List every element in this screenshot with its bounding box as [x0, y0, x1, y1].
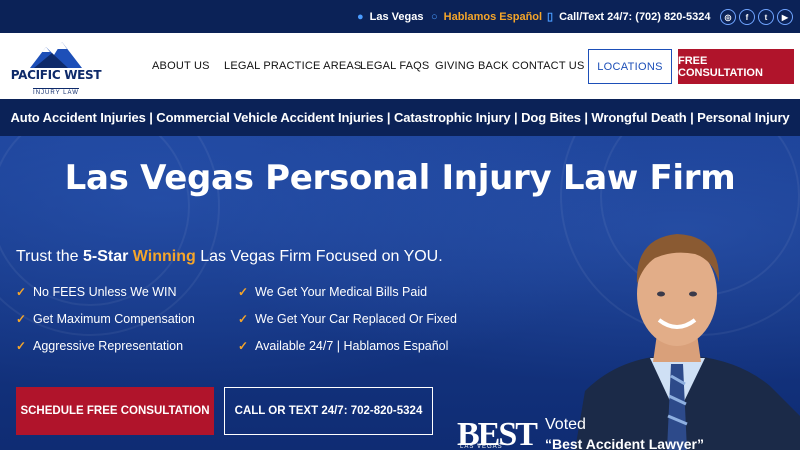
hero-section: Las Vegas Personal Injury Law Firm Trust… — [0, 136, 800, 450]
mountain-logo-icon — [30, 42, 82, 68]
nav-about-us[interactable]: ABOUT US — [152, 33, 210, 99]
feature-text: No FEES Unless We WIN — [33, 284, 177, 299]
feature-list: ✓ No FEES Unless We WIN ✓ We Get Your Medi… — [16, 284, 466, 353]
tagline-post: Las Vegas Firm Focused on YOU. — [195, 248, 443, 265]
check-icon: ✓ — [238, 338, 249, 353]
check-icon: ✓ — [238, 284, 249, 299]
feature-item: ✓ We Get Your Medical Bills Paid — [238, 284, 466, 299]
hero-tagline: Trust the 5-Star Winning Las Vegas Firm … — [16, 248, 443, 266]
logo-name: PACIFIC WEST — [10, 68, 102, 82]
check-icon: ✓ — [238, 311, 249, 326]
feature-text: Get Maximum Compensation — [33, 311, 195, 326]
twitter-icon[interactable]: t — [758, 9, 774, 25]
phone-link[interactable]: ▯ Call/Text 24/7: (702) 820-5324 — [547, 0, 711, 33]
feature-text: We Get Your Car Replaced Or Fixed — [255, 311, 457, 326]
practice-areas-strip[interactable]: Auto Accident Injuries | Commercial Vehi… — [0, 99, 800, 136]
nav-legal-practice-areas[interactable]: LEGAL PRACTICE AREAS — [224, 33, 361, 99]
facebook-icon[interactable]: f — [739, 9, 755, 25]
check-icon: ✓ — [16, 284, 27, 299]
tagline-star: 5-Star — [82, 248, 129, 265]
call-text-button[interactable]: CALL OR TEXT 24/7: 702-820-5324 — [224, 387, 433, 435]
phone-text: Call/Text 24/7: (702) 820-5324 — [559, 10, 711, 23]
nav-contact-us[interactable]: CONTACT US — [512, 33, 585, 99]
feature-text: We Get Your Medical Bills Paid — [255, 284, 428, 299]
schedule-consultation-button[interactable]: SCHEDULE FREE CONSULTATION — [16, 387, 214, 435]
hero-title: Las Vegas Personal Injury Law Firm — [64, 158, 736, 198]
main-nav: PACIFIC WEST INJURY LAW ABOUT US LEGAL P… — [0, 33, 800, 99]
feature-item: ✓ No FEES Unless We WIN — [16, 284, 238, 299]
check-icon: ✓ — [16, 311, 27, 326]
instagram-icon[interactable]: ◎ — [720, 9, 736, 25]
feature-item: ✓ Available 24/7 | Hablamos Español — [238, 338, 466, 353]
feature-text: Available 24/7 | Hablamos Español — [255, 338, 449, 353]
logo-sub: INJURY LAW — [33, 88, 79, 96]
spanish-text: Hablamos Español — [443, 10, 543, 23]
nav-giving-back[interactable]: GIVING BACK — [435, 33, 509, 99]
location-link[interactable]: ● Las Vegas — [357, 0, 423, 33]
best-of-badge-sub: LAS VEGAS — [460, 444, 503, 450]
phone-icon: ▯ — [547, 11, 554, 23]
feature-text: Aggressive Representation — [33, 338, 184, 353]
spanish-link[interactable]: ○ Hablamos Español — [431, 0, 542, 33]
attorney-photo — [575, 234, 800, 450]
feature-item: ✓ We Get Your Car Replaced Or Fixed — [238, 311, 466, 326]
feature-item: ✓ Aggressive Representation — [16, 338, 238, 353]
feature-item: ✓ Get Maximum Compensation — [16, 311, 238, 326]
top-utility-bar: ● Las Vegas ○ Hablamos Español ▯ Call/Te… — [0, 0, 800, 33]
chat-bubble-icon: ○ — [431, 10, 438, 23]
check-icon: ✓ — [16, 338, 27, 353]
voted-quote: “Best Accident Lawyer” — [545, 436, 704, 450]
nav-legal-faqs[interactable]: LEGAL FAQS — [360, 33, 429, 99]
youtube-icon[interactable]: ▶ — [777, 9, 793, 25]
site-logo[interactable]: PACIFIC WEST INJURY LAW — [8, 39, 104, 96]
free-consultation-button[interactable]: FREE CONSULTATION — [678, 49, 794, 84]
tagline-pre: Trust the — [16, 248, 83, 265]
tagline-winning: Winning — [132, 248, 196, 265]
map-pin-icon: ● — [357, 10, 364, 23]
location-text: Las Vegas — [369, 10, 424, 23]
locations-button[interactable]: LOCATIONS — [588, 49, 672, 84]
social-links: ◎ f t ▶ — [720, 9, 793, 25]
voted-label: Voted — [545, 416, 586, 433]
